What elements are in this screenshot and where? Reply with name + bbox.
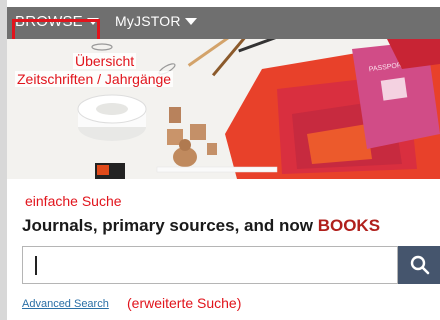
search-button[interactable] xyxy=(398,246,440,284)
desk-photo-illustration: PASSPORT xyxy=(7,39,440,179)
headline-prefix: Journals, primary sources, and now xyxy=(22,216,318,235)
headline-books: BOOKS xyxy=(317,216,381,235)
search-input[interactable] xyxy=(22,246,398,284)
advanced-search-link[interactable]: Advanced Search xyxy=(22,298,109,310)
myjstor-menu[interactable]: MyJSTOR xyxy=(115,13,197,29)
annotation-overview: Übersicht xyxy=(73,53,137,69)
search-icon xyxy=(410,255,430,275)
tape-roll-icon xyxy=(77,94,147,141)
text-cursor xyxy=(35,256,37,275)
annotation-simple-search: einfache Suche xyxy=(23,193,124,209)
annotation-advanced-search: (erweiterte Suche) xyxy=(127,295,242,311)
annotation-journals-volumes: Zeitschriften / Jahrgänge xyxy=(15,71,174,87)
myjstor-label: MyJSTOR xyxy=(115,13,181,29)
search-headline: Journals, primary sources, and now BOOKS xyxy=(22,216,380,236)
chevron-down-icon xyxy=(184,17,197,25)
hero-image: PASSPORT xyxy=(7,39,440,179)
